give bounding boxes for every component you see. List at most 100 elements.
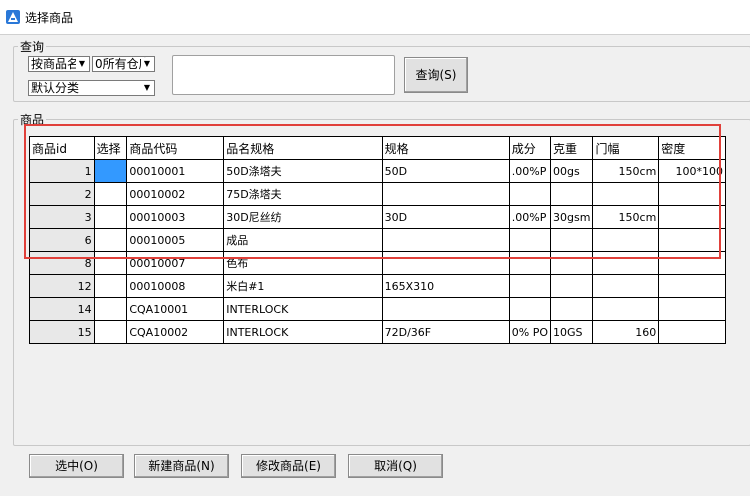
cell-id: 15 xyxy=(29,320,95,344)
cell-composition: 0% PO xyxy=(508,320,552,344)
cell-name: 成品 xyxy=(223,228,383,252)
cell-composition xyxy=(508,251,552,275)
cell-code: 00010008 xyxy=(126,274,225,298)
cell-weight xyxy=(550,297,594,321)
cell-spec xyxy=(381,297,510,321)
cell-name: INTERLOCK xyxy=(223,297,383,321)
cell-composition xyxy=(508,274,552,298)
cell-name: 75D涤塔夫 xyxy=(223,182,383,206)
column-header-spec[interactable]: 规格 xyxy=(381,136,510,160)
cell-width xyxy=(592,274,660,298)
cell-code: CQA10001 xyxy=(126,297,225,321)
column-header-width[interactable]: 门幅 xyxy=(592,136,660,160)
cell-spec: 72D/36F xyxy=(381,320,510,344)
cancel-button[interactable]: 取消(Q) xyxy=(348,454,443,478)
cell-width: 150cm xyxy=(592,159,660,183)
cell-code: CQA10002 xyxy=(126,320,225,344)
cell-select[interactable] xyxy=(93,274,128,298)
table-row[interactable]: 14 CQA10001 INTERLOCK xyxy=(29,297,726,321)
cell-composition: .00%P xyxy=(508,159,552,183)
app-icon xyxy=(6,10,20,24)
cell-name: 米白#1 xyxy=(223,274,383,298)
table-row[interactable]: 2 00010002 75D涤塔夫 xyxy=(29,182,726,206)
category-value: 默认分类 xyxy=(31,81,80,95)
column-header-code[interactable]: 商品代码 xyxy=(126,136,225,160)
cell-spec: 30D xyxy=(381,205,510,229)
cell-density xyxy=(658,274,726,298)
cell-name: 50D涤塔夫 xyxy=(223,159,383,183)
new-goods-button[interactable]: 新建商品(N) xyxy=(134,454,229,478)
column-header-weight[interactable]: 克重 xyxy=(550,136,594,160)
goods-grid: 商品id 选择 商品代码 品名规格 规格 成分 克重 门幅 密度 1 000100… xyxy=(29,136,726,344)
table-row[interactable]: 1 00010001 50D涤塔夫 50D .00%P 00gs 150cm 100*100 xyxy=(29,159,726,183)
cell-spec xyxy=(381,251,510,275)
cell-select[interactable] xyxy=(93,297,128,321)
cell-select[interactable] xyxy=(93,228,128,252)
cell-density xyxy=(658,205,726,229)
cell-density xyxy=(658,297,726,321)
column-header-composition[interactable]: 成分 xyxy=(508,136,552,160)
search-mode-value: 按商品名 xyxy=(31,57,80,71)
search-button[interactable]: 查询(S) xyxy=(404,57,468,93)
cell-name: 色布 xyxy=(223,251,383,275)
cell-width: 160 xyxy=(592,320,660,344)
cell-composition xyxy=(508,228,552,252)
cell-select[interactable] xyxy=(93,182,128,206)
table-header-row: 商品id 选择 商品代码 品名规格 规格 成分 克重 门幅 密度 xyxy=(29,136,726,160)
table-row[interactable]: 3 00010003 30D尼丝纺 30D .00%P 30gsm 150cm xyxy=(29,205,726,229)
cell-id: 2 xyxy=(29,182,95,206)
cell-weight xyxy=(550,274,594,298)
window-title: 选择商品 xyxy=(25,11,74,25)
search-input[interactable] xyxy=(172,55,395,95)
table-row[interactable]: 8 00010007 色布 xyxy=(29,251,726,275)
cell-composition xyxy=(508,297,552,321)
query-group-label: 查询 xyxy=(18,38,47,55)
table-row[interactable]: 12 00010008 米白#1 165X310 xyxy=(29,274,726,298)
cell-spec: 50D xyxy=(381,159,510,183)
cell-code: 00010005 xyxy=(126,228,225,252)
cell-density: 100*100 xyxy=(658,159,726,183)
table-row[interactable]: 6 00010005 成品 xyxy=(29,228,726,252)
chevron-down-icon: ▼ xyxy=(76,58,88,70)
cell-density xyxy=(658,182,726,206)
cell-select[interactable] xyxy=(93,320,128,344)
goods-group-label: 商品 xyxy=(18,111,47,128)
cell-width xyxy=(592,182,660,206)
cell-select[interactable] xyxy=(93,251,128,275)
cell-composition: .00%P xyxy=(508,205,552,229)
cell-width xyxy=(592,228,660,252)
search-mode-combo[interactable]: 按商品名 ▼ xyxy=(28,56,90,72)
cell-select[interactable] xyxy=(93,159,128,183)
warehouse-combo[interactable]: 0所有仓库 ▼ xyxy=(92,56,155,72)
cell-weight: 00gs xyxy=(550,159,594,183)
cell-id: 6 xyxy=(29,228,95,252)
cell-density xyxy=(658,320,726,344)
cell-id: 14 xyxy=(29,297,95,321)
cell-id: 3 xyxy=(29,205,95,229)
select-button[interactable]: 选中(O) xyxy=(29,454,124,478)
cell-weight xyxy=(550,251,594,275)
cell-id: 1 xyxy=(29,159,95,183)
cell-composition xyxy=(508,182,552,206)
column-header-select[interactable]: 选择 xyxy=(93,136,128,160)
cell-weight xyxy=(550,182,594,206)
cell-width: 150cm xyxy=(592,205,660,229)
cell-weight xyxy=(550,228,594,252)
cell-name: INTERLOCK xyxy=(223,320,383,344)
cell-spec xyxy=(381,182,510,206)
column-header-id[interactable]: 商品id xyxy=(29,136,95,160)
column-header-density[interactable]: 密度 xyxy=(658,136,726,160)
cell-code: 00010007 xyxy=(126,251,225,275)
cell-select[interactable] xyxy=(93,205,128,229)
edit-goods-button[interactable]: 修改商品(E) xyxy=(241,454,336,478)
chevron-down-icon: ▼ xyxy=(141,58,153,70)
cell-spec xyxy=(381,228,510,252)
cell-width xyxy=(592,297,660,321)
table-row[interactable]: 15 CQA10002 INTERLOCK 72D/36F 0% PO 10GS 160 xyxy=(29,320,726,344)
cell-code: 00010001 xyxy=(126,159,225,183)
title-bar: 选择商品 xyxy=(0,0,750,35)
category-combo[interactable]: 默认分类 ▼ xyxy=(28,80,155,96)
cell-width xyxy=(592,251,660,275)
column-header-name[interactable]: 品名规格 xyxy=(223,136,383,160)
goods-table[interactable]: 商品id 选择 商品代码 品名规格 规格 成分 克重 门幅 密度 1 000100… xyxy=(29,136,726,344)
